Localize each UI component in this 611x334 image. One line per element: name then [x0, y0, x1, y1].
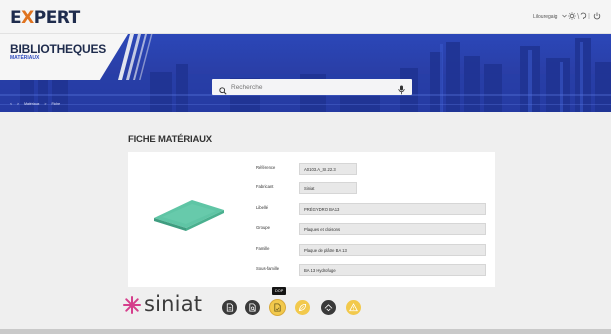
- field-value: Siniat: [299, 182, 357, 194]
- field-label: Groupe: [256, 225, 270, 230]
- field-label: Libellé: [256, 205, 269, 210]
- app-logo[interactable]: EXPERT: [10, 8, 80, 28]
- environmental-button[interactable]: [295, 300, 310, 315]
- field-label: Fabricant: [256, 184, 274, 189]
- breadcrumb-separator: >: [44, 102, 47, 106]
- breadcrumb: < > Matériaux > Fiche: [10, 102, 64, 106]
- field-value: Plaque de plâtre BA 13: [299, 244, 486, 256]
- field-label: Sous-famille: [256, 266, 280, 271]
- microphone-icon[interactable]: [398, 82, 405, 100]
- certificate-icon: [324, 304, 333, 312]
- breadcrumb-home[interactable]: <: [10, 102, 12, 106]
- leaf-icon: [298, 303, 307, 312]
- chevron-down-icon: [562, 14, 567, 20]
- footer-bar: [0, 329, 611, 334]
- search-icon[interactable]: [219, 82, 227, 100]
- siniat-logo-icon: [123, 296, 141, 314]
- page-section-title: BIBLIOTHEQUES: [10, 42, 107, 56]
- document-button[interactable]: [222, 300, 237, 315]
- hero-banner: BIBLIOTHEQUES MATÉRIAUX < > Matériaux > …: [0, 34, 611, 112]
- dop-icon: [274, 303, 281, 312]
- breadcrumb-item-materiaux[interactable]: Matériaux: [24, 102, 39, 106]
- field-value: A0103.A_SI.22.3: [299, 163, 357, 175]
- manufacturer-logo: siniat: [144, 292, 203, 316]
- certificate-button[interactable]: [321, 300, 336, 315]
- material-card: Référence A0103.A_SI.22.3 Fabricant Sini…: [128, 152, 495, 287]
- sun-icon[interactable]: [568, 12, 576, 20]
- field-value: BA 13 Hydrofuge: [299, 264, 486, 276]
- tooltip: DOP: [272, 287, 287, 295]
- user-name: Lilouregaig: [533, 14, 558, 20]
- dop-button[interactable]: [270, 300, 285, 315]
- breadcrumb-separator: >: [17, 102, 20, 106]
- page-section-subtitle: MATÉRIAUX: [10, 55, 40, 61]
- search-bar[interactable]: [212, 79, 412, 95]
- top-bar: EXPERT Lilouregaig: [0, 0, 611, 34]
- user-menu[interactable]: Lilouregaig: [533, 14, 567, 20]
- help-icon[interactable]: [580, 12, 587, 19]
- page-title: FICHE MATÉRIAUX: [128, 134, 212, 145]
- doc-icon: [226, 303, 234, 312]
- field-label: Référence: [256, 165, 276, 170]
- decorative-stripes: [118, 34, 153, 80]
- field-value: PRÉGYDRO BA13: [299, 203, 486, 215]
- doc-search-icon: [249, 303, 256, 312]
- field-label: Famille: [256, 246, 270, 251]
- warning-icon: [349, 303, 358, 312]
- breadcrumb-item-fiche: Fiche: [51, 102, 61, 106]
- technical-sheet-button[interactable]: [245, 300, 260, 315]
- product-image: [154, 200, 224, 231]
- power-icon[interactable]: [593, 12, 601, 20]
- field-value: Plaques et cloisons: [299, 223, 486, 235]
- safety-sheet-button[interactable]: [346, 300, 361, 315]
- search-input[interactable]: [231, 81, 391, 93]
- top-icons: [568, 11, 608, 23]
- app-logo-text: EXPERT: [10, 8, 80, 28]
